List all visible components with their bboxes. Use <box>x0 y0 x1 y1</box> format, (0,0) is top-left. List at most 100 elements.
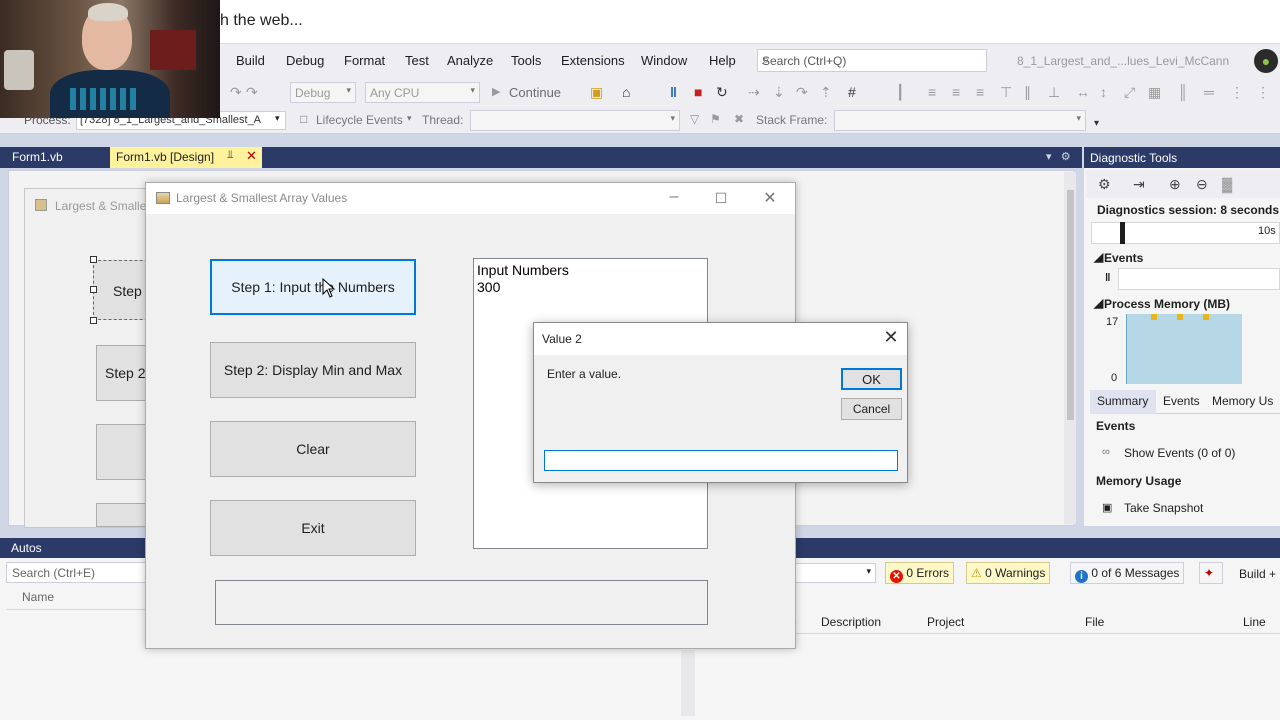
chart-icon[interactable]: ▓ <box>1222 176 1232 192</box>
input-numbers-button[interactable]: Step 1: Input the Numbers <box>210 259 416 315</box>
close-icon[interactable]: ✕ <box>246 148 257 164</box>
menu-analyze[interactable]: Analyze <box>447 53 493 68</box>
minimize-icon[interactable]: – <box>651 188 697 206</box>
select-tools-icon[interactable]: ⇥ <box>1133 176 1145 193</box>
menu-test[interactable]: Test <box>405 53 429 68</box>
column-file[interactable]: File <box>1085 615 1104 629</box>
tab-dropdown-icon[interactable]: ▾ ⚙ <box>1046 150 1071 163</box>
tab-form1-design[interactable]: Form1.vb [Design] ⫫ ✕ <box>110 147 262 168</box>
tab-memory-usage[interactable]: Memory Us <box>1212 394 1273 408</box>
align-bottom-icon[interactable]: ⊥ <box>1048 84 1060 101</box>
restart-icon[interactable]: ↻ <box>716 84 728 101</box>
step-over-icon[interactable]: ⇢ <box>748 84 760 101</box>
filter-icon[interactable]: ✦ <box>1199 562 1223 584</box>
menu-format[interactable]: Format <box>344 53 385 68</box>
live-share-icon[interactable]: ● <box>1254 49 1278 73</box>
thread-combo[interactable]: ▾ <box>470 110 680 131</box>
redo-icon[interactable]: ↷ <box>230 84 242 101</box>
designer-scrollbar[interactable] <box>1064 172 1076 524</box>
size-height-icon[interactable]: ↕ <box>1100 84 1107 100</box>
column-description[interactable]: Description <box>821 615 881 629</box>
redo-dropdown-icon[interactable]: ↷ <box>246 84 258 101</box>
close-icon[interactable]: ✕ <box>747 188 793 208</box>
align-right-icon[interactable]: ≡ <box>976 84 984 100</box>
list-item[interactable]: 300 <box>477 279 704 296</box>
pause-icon[interactable]: ‖ <box>670 84 677 100</box>
cancel-button[interactable]: Cancel <box>841 398 902 420</box>
column-project[interactable]: Project <box>927 615 964 629</box>
stack-frame-combo[interactable]: ▾ <box>834 110 1086 131</box>
clear-button[interactable]: Clear <box>210 421 416 477</box>
show-events-link[interactable]: Show Events (0 of 0) <box>1124 446 1235 460</box>
events-collapse-icon[interactable]: ◢ <box>1094 250 1103 264</box>
vs-search-box[interactable]: Search (Ctrl+Q) ⌕ <box>757 49 987 72</box>
build-intellisense-dropdown[interactable]: Build + <box>1239 567 1276 581</box>
designer-step1-button[interactable]: Step <box>93 260 153 320</box>
menu-extensions[interactable]: Extensions <box>561 53 625 68</box>
autos-column-name[interactable]: Name <box>22 590 54 604</box>
step-into-icon[interactable]: ⇣ <box>773 84 785 101</box>
tab-summary[interactable]: Summary <box>1097 394 1148 408</box>
dialog-title-bar[interactable] <box>534 323 907 355</box>
warnings-filter-button[interactable]: ⚠ 0 Warnings <box>966 562 1051 584</box>
step-out-icon[interactable]: ⇡ <box>820 84 832 101</box>
align-left-icon[interactable]: ≡ <box>928 84 936 100</box>
menu-tools[interactable]: Tools <box>511 53 541 68</box>
browser-link-icon[interactable]: ⌂ <box>622 84 630 100</box>
messages-filter-button[interactable]: i 0 of 6 Messages <box>1070 562 1185 584</box>
chevron-down-icon[interactable]: ▾ <box>275 113 280 124</box>
platform-combo[interactable]: Any CPU ▾ <box>365 82 480 103</box>
settings-gear-icon[interactable]: ⚙ <box>1098 176 1111 193</box>
resize-handle[interactable] <box>90 286 97 293</box>
column-line[interactable]: Line <box>1243 615 1266 629</box>
hot-reload-icon[interactable]: ▣ <box>590 84 603 101</box>
v-spacing-icon[interactable]: ═ <box>1204 84 1214 100</box>
lifecycle-events-dropdown[interactable]: Lifecycle Events <box>316 113 403 127</box>
autos-scrollbar[interactable] <box>681 650 695 716</box>
step-over-2-icon[interactable]: ↷ <box>796 84 808 101</box>
menu-build[interactable]: Build <box>236 53 265 68</box>
maximize-icon[interactable]: ☐ <box>698 190 744 207</box>
tab-form1-code[interactable]: Form1.vb <box>4 147 71 168</box>
error-scope-combo[interactable]: n▾ <box>786 563 876 583</box>
browser-search-text[interactable]: h the web... <box>220 12 303 30</box>
zoom-in-icon[interactable]: ⊕ <box>1169 176 1181 193</box>
threads-icon[interactable]: ✖ <box>734 112 744 126</box>
hex-icon[interactable]: # <box>848 84 856 100</box>
menu-help[interactable]: Help <box>709 53 736 68</box>
align-top-icon[interactable]: ⊤ <box>1000 84 1012 101</box>
take-snapshot-link[interactable]: Take Snapshot <box>1124 501 1203 515</box>
size-width-icon[interactable]: ↔ <box>1076 84 1090 100</box>
list-item[interactable]: Input Numbers <box>477 262 704 279</box>
align-middle-icon[interactable]: ∥ <box>1024 84 1031 101</box>
menu-debug[interactable]: Debug <box>286 53 324 68</box>
resize-handle[interactable] <box>90 317 97 324</box>
flag-icon[interactable]: ⚑ <box>710 112 721 126</box>
autos-search-input[interactable]: Search (Ctrl+E) <box>6 562 156 583</box>
value-input[interactable] <box>544 450 898 471</box>
exit-button[interactable]: Exit <box>210 500 416 556</box>
menu-window[interactable]: Window <box>641 53 687 68</box>
resize-handle[interactable] <box>90 256 97 263</box>
grid-icon[interactable]: ▦ <box>1148 84 1161 101</box>
overflow-icon[interactable]: ⋮ <box>1230 84 1244 101</box>
continue-button[interactable]: Continue <box>509 85 561 100</box>
align-icon[interactable]: ┃ <box>896 84 904 101</box>
toolbar-overflow-icon[interactable]: ▾ <box>1094 118 1099 129</box>
memory-collapse-icon[interactable]: ◢ <box>1094 296 1103 310</box>
filter-icon[interactable]: ▽ <box>690 112 699 126</box>
errors-filter-button[interactable]: ✕ 0 Errors <box>885 562 955 584</box>
ok-button[interactable]: OK <box>841 368 902 390</box>
h-spacing-icon[interactable]: ║ <box>1178 84 1188 100</box>
display-min-max-button[interactable]: Step 2: Display Min and Max <box>210 342 416 398</box>
size-both-icon[interactable]: ⤢ <box>1124 84 1135 101</box>
stop-icon[interactable]: ■ <box>694 84 702 100</box>
overflow-2-icon[interactable]: ⋮ <box>1256 84 1270 101</box>
align-center-icon[interactable]: ≡ <box>952 84 960 100</box>
close-icon[interactable]: ✕ <box>880 327 902 348</box>
scrollbar-thumb[interactable] <box>1067 190 1074 420</box>
zoom-out-icon[interactable]: ⊖ <box>1196 176 1208 193</box>
pin-icon[interactable]: ⫫ <box>227 149 233 162</box>
tab-events[interactable]: Events <box>1163 394 1200 408</box>
config-combo[interactable]: Debug ▾ <box>290 82 356 103</box>
